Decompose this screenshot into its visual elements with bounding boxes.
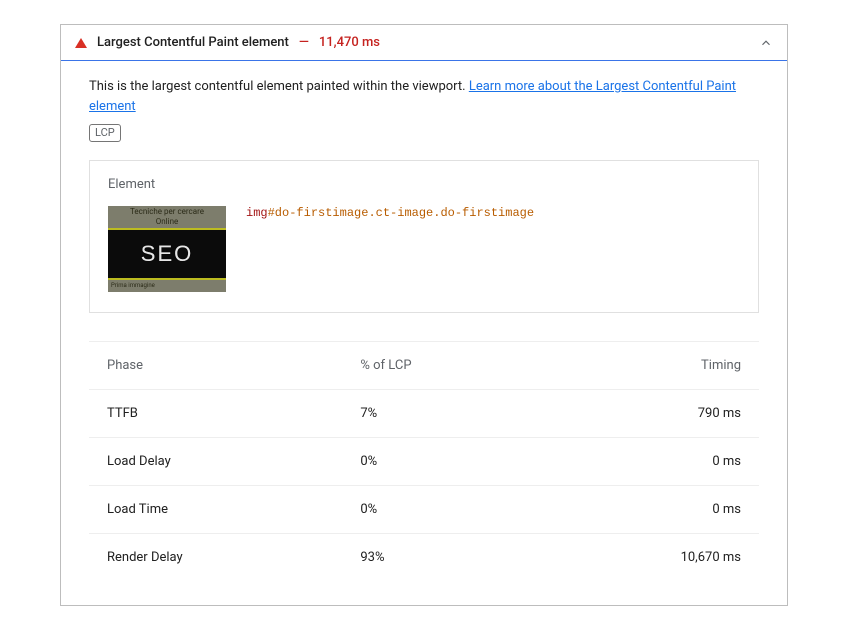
element-thumbnail: Tecniche per cercare Online SEO Prima im… — [108, 206, 226, 292]
chevron-up-icon[interactable] — [759, 36, 773, 50]
selector-tag: img — [246, 206, 268, 220]
fail-triangle-icon — [75, 38, 87, 48]
element-row: Tecniche per cercare Online SEO Prima im… — [90, 200, 758, 312]
table-row: Load Delay 0% 0 ms — [89, 438, 759, 486]
table-row: Load Time 0% 0 ms — [89, 486, 759, 534]
audit-title: Largest Contentful Paint element — [97, 35, 289, 50]
col-phase: Phase — [89, 342, 342, 390]
selector-id: #do-firstimage — [268, 206, 369, 220]
col-timing: Timing — [540, 342, 759, 390]
thumb-caption-top: Tecniche per cercare Online — [108, 206, 226, 228]
element-heading: Element — [90, 161, 758, 200]
element-section: Element Tecniche per cercare Online SEO … — [89, 160, 759, 313]
table-row: Render Delay 93% 10,670 ms — [89, 534, 759, 582]
audit-header[interactable]: Largest Contentful Paint element — 11,47… — [61, 25, 787, 61]
element-selector: img#do-firstimage.ct-image.do-firstimage — [246, 206, 534, 220]
thumb-seo-text: SEO — [141, 241, 193, 267]
table-row: TTFB 7% 790 ms — [89, 390, 759, 438]
audit-body: This is the largest contentful element p… — [61, 61, 787, 605]
audit-time: 11,470 ms — [319, 35, 380, 50]
lcp-badge: LCP — [89, 124, 121, 142]
phase-table: Phase % of LCP Timing TTFB 7% 790 ms Loa… — [89, 341, 759, 581]
intro-description: This is the largest contentful element p… — [89, 79, 469, 94]
selector-classes: .ct-image.do-firstimage — [368, 206, 534, 220]
intro-text: This is the largest contentful element p… — [89, 77, 759, 116]
lcp-audit-panel: Largest Contentful Paint element — 11,47… — [60, 24, 788, 606]
audit-dash: — — [299, 35, 309, 50]
col-pct: % of LCP — [342, 342, 540, 390]
thumb-caption-bottom: Prima immagine — [108, 280, 226, 292]
